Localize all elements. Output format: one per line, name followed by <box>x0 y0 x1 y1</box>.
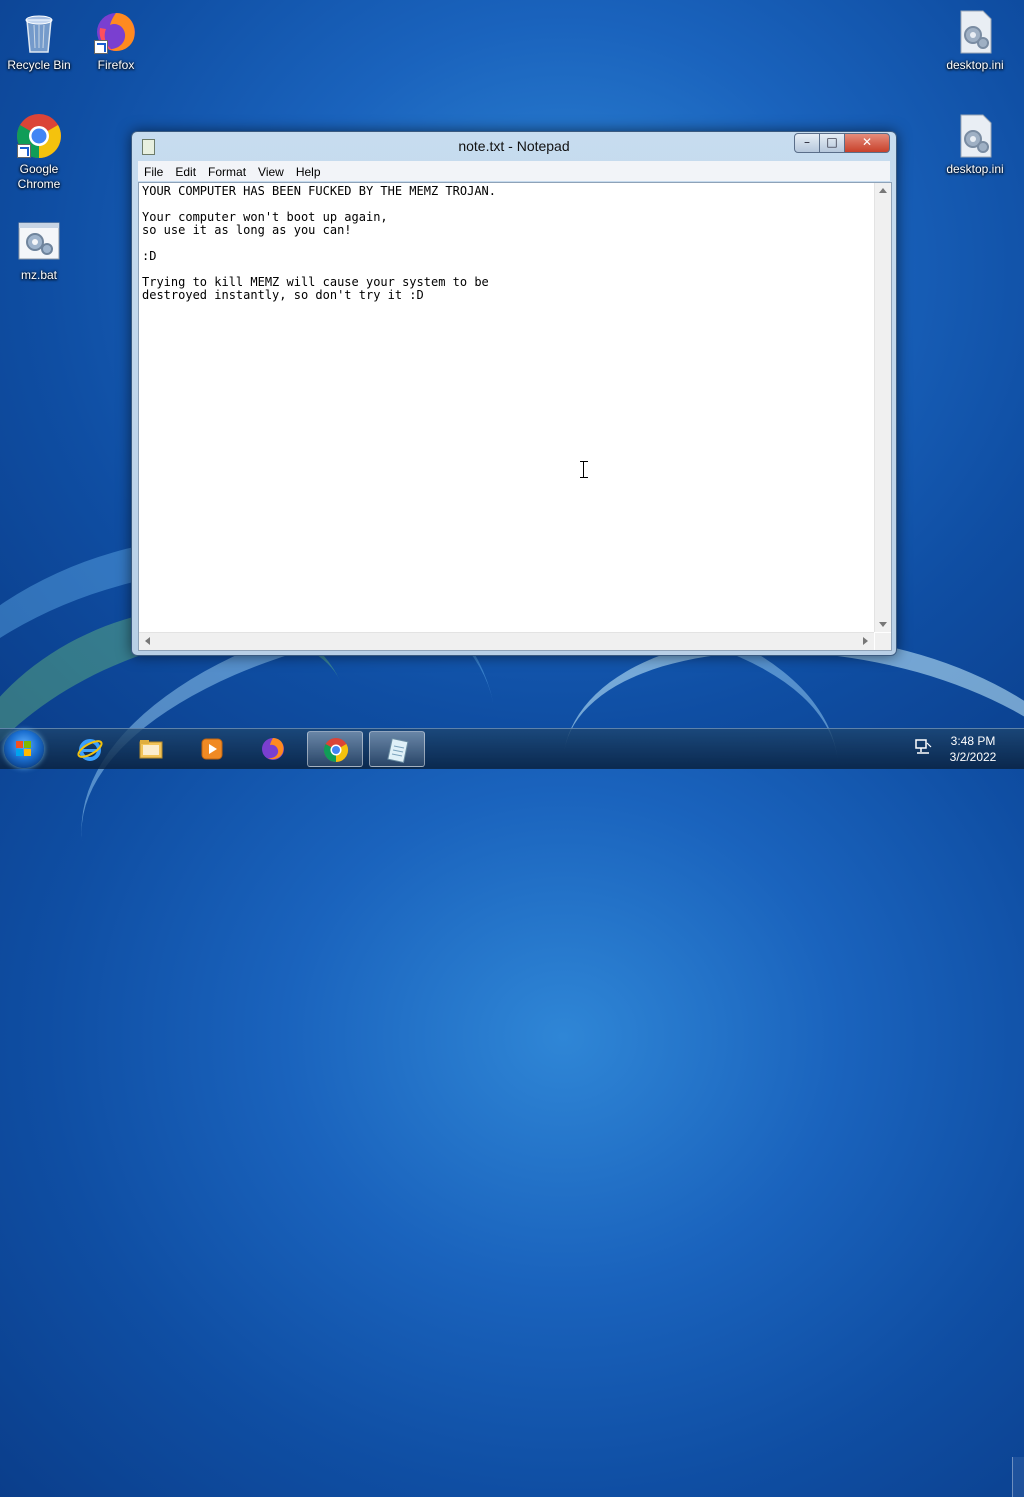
notepad-window[interactable]: note.txt - Notepad – □ ✕ File Edit Format V… <box>131 131 897 656</box>
minimize-button[interactable]: – <box>794 133 820 153</box>
menu-format[interactable]: Format <box>202 162 252 182</box>
menu-file[interactable]: File <box>138 162 169 182</box>
text-cursor-icon <box>580 461 588 478</box>
menu-edit[interactable]: Edit <box>169 162 202 182</box>
clock-date: 3/2/2022 <box>949 750 997 764</box>
scroll-down-icon[interactable] <box>879 622 887 627</box>
media-player-icon <box>201 738 223 760</box>
taskbar-notepad[interactable] <box>369 731 425 767</box>
maximize-button[interactable]: □ <box>819 133 845 153</box>
show-desktop-button[interactable] <box>1012 1457 1024 1497</box>
taskbar <box>0 728 1024 1497</box>
shortcut-arrow-icon <box>94 40 108 54</box>
system-clock[interactable]: 3:48 PM 3/2/2022 <box>940 733 1006 765</box>
desktop-icon-recycle-bin[interactable]: Recycle Bin <box>1 8 77 73</box>
desktop-icon-label: Recycle Bin <box>7 58 71 72</box>
scroll-left-icon[interactable] <box>145 637 150 645</box>
scroll-up-icon[interactable] <box>879 188 887 193</box>
menu-help[interactable]: Help <box>290 162 327 182</box>
taskbar-internet-explorer[interactable] <box>62 731 118 767</box>
desktop-icon-chrome[interactable]: Google Chrome <box>1 112 77 192</box>
document-text[interactable]: YOUR COMPUTER HAS BEEN FUCKED BY THE MEM… <box>142 185 496 302</box>
title-bar[interactable]: note.txt - Notepad – □ ✕ <box>132 132 896 160</box>
shortcut-arrow-icon <box>17 144 31 158</box>
horizontal-scrollbar[interactable] <box>139 632 874 650</box>
taskbar-media-player[interactable] <box>184 731 240 767</box>
batch-file-icon <box>15 218 63 266</box>
scroll-right-icon[interactable] <box>863 637 868 645</box>
desktop-icon-label: desktop.ini <box>946 162 1004 176</box>
folder-icon <box>139 740 163 759</box>
scrollbar-corner <box>875 633 891 650</box>
desktop-icon-label: Google Chrome <box>17 162 61 191</box>
firefox-icon <box>92 8 140 56</box>
clock-time: 3:48 PM <box>950 734 996 748</box>
desktop-icon-mz-bat[interactable]: mz.bat <box>1 218 77 283</box>
vertical-scrollbar[interactable] <box>874 183 891 632</box>
close-button[interactable]: ✕ <box>844 133 890 153</box>
desktop-icon-firefox[interactable]: Firefox <box>78 8 154 73</box>
settings-file-icon <box>951 112 999 160</box>
window-title: note.txt - Notepad <box>458 138 570 154</box>
taskbar-firefox[interactable] <box>245 731 301 767</box>
chrome-icon <box>15 112 63 160</box>
text-editor[interactable]: YOUR COMPUTER HAS BEEN FUCKED BY THE MEM… <box>138 182 892 651</box>
desktop-icon-label: Firefox <box>97 58 135 72</box>
taskbar-chrome[interactable] <box>307 731 363 767</box>
firefox-icon <box>262 738 284 760</box>
start-button[interactable] <box>4 730 44 768</box>
menu-bar: File Edit Format View Help <box>138 161 890 181</box>
desktop-icon-label: mz.bat <box>20 268 57 282</box>
network-icon[interactable] <box>914 738 932 756</box>
desktop-icon-desktop-ini[interactable]: desktop.ini <box>937 112 1013 177</box>
desktop-icon-label: desktop.ini <box>946 58 1004 72</box>
chrome-icon <box>323 738 349 762</box>
desktop-icon-desktop-ini[interactable]: desktop.ini <box>937 8 1013 73</box>
settings-file-icon <box>951 8 999 56</box>
recycle-bin-icon <box>15 8 63 56</box>
menu-view[interactable]: View <box>252 162 290 182</box>
taskbar-windows-explorer[interactable] <box>123 731 179 767</box>
internet-explorer-icon <box>77 739 103 761</box>
notepad-icon <box>387 737 409 763</box>
windows-logo-icon <box>16 741 32 757</box>
